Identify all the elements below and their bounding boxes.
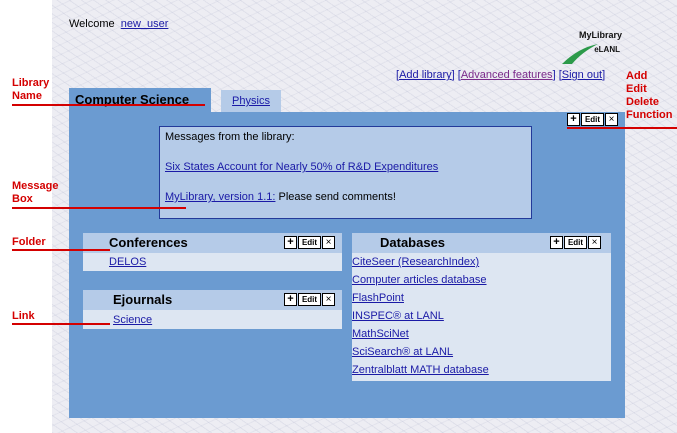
folder-link[interactable]: CiteSeer (ResearchIndex) — [352, 256, 479, 268]
folder-link[interactable]: Computer articles database — [352, 274, 487, 286]
folder-link[interactable]: SciSearch® at LANL — [352, 346, 453, 358]
edit-button[interactable]: Edit — [564, 236, 587, 249]
annotation-line-folder — [12, 249, 110, 251]
message-item: Six States Account for Nearly 50% of R&D… — [165, 161, 438, 173]
folder-body-ejournals: Science — [83, 310, 342, 329]
folder-body-conferences: DELOS — [83, 253, 342, 271]
annotation-library-name: Library Name — [12, 77, 49, 103]
annotation-text: Box — [12, 193, 33, 205]
folder-title: Ejournals — [113, 292, 173, 307]
delete-button[interactable]: × — [605, 113, 618, 126]
message-box: Messages from the library: Six States Ac… — [159, 126, 532, 219]
message-link[interactable]: Six States Account for Nearly 50% of R&D… — [165, 161, 438, 173]
logo-text-elanl: eLANL — [594, 45, 620, 54]
library-controls: + Edit × — [567, 113, 618, 126]
message-item: MyLibrary, version 1.1: Please send comm… — [165, 191, 396, 203]
add-button[interactable]: + — [284, 293, 297, 306]
annotation-text: Edit — [626, 83, 647, 95]
annotation-text: Delete — [626, 96, 660, 108]
sign-out-link[interactable]: Sign out — [562, 69, 602, 81]
folder-controls-ejournals: + Edit × — [284, 293, 335, 306]
logo-text-mylibrary: MyLibrary — [578, 30, 622, 40]
annotation-line-library-name — [12, 104, 205, 106]
annotation-line-message-box — [12, 207, 186, 209]
annotation-text: Link — [12, 310, 35, 322]
mylibrary-logo: MyLibrary eLANL — [560, 30, 628, 66]
welcome-text: Welcome new_user — [69, 18, 168, 30]
message-link[interactable]: MyLibrary, version 1.1: — [165, 191, 275, 203]
advanced-features-link[interactable]: Advanced features — [461, 69, 553, 81]
edit-button[interactable]: Edit — [581, 113, 604, 126]
edit-button[interactable]: Edit — [298, 293, 321, 306]
annotation-text: Message — [12, 180, 59, 192]
folder-controls-databases: + Edit × — [550, 236, 601, 249]
annotation-folder: Folder — [12, 236, 46, 249]
folder-link[interactable]: FlashPoint — [352, 292, 404, 304]
tab-computer-science[interactable]: Computer Science — [69, 88, 211, 112]
folder-link-delos[interactable]: DELOS — [109, 256, 146, 268]
annotation-text: Function — [626, 109, 673, 121]
message-heading: Messages from the library: — [165, 131, 295, 143]
annotation-text: Add — [626, 70, 648, 82]
add-button[interactable]: + — [284, 236, 297, 249]
folder-title: Conferences — [109, 235, 188, 250]
tab-physics[interactable]: Physics — [221, 90, 281, 112]
delete-button[interactable]: × — [322, 236, 335, 249]
annotation-add-edit-delete: Add Edit Delete Function — [626, 70, 672, 122]
delete-button[interactable]: × — [588, 236, 601, 249]
annotation-text: Folder — [12, 236, 46, 248]
folder-controls-conferences: + Edit × — [284, 236, 335, 249]
folder-link[interactable]: Zentralblatt MATH database — [352, 364, 489, 376]
add-library-link[interactable]: Add library — [399, 69, 452, 81]
annotation-line-add-edit-delete — [567, 127, 677, 129]
folder-link[interactable]: INSPEC® at LANL — [352, 310, 444, 322]
top-navigation: [Add library] [Advanced features] [Sign … — [396, 69, 606, 81]
delete-button[interactable]: × — [322, 293, 335, 306]
welcome-label: Welcome — [69, 18, 115, 30]
folder-body-databases: CiteSeer (ResearchIndex) Computer articl… — [352, 253, 611, 381]
annotation-message-box: Message Box — [12, 180, 58, 206]
message-text: Please send comments! — [275, 191, 396, 203]
add-button[interactable]: + — [550, 236, 563, 249]
edit-button[interactable]: Edit — [298, 236, 321, 249]
folder-link[interactable]: MathSciNet — [352, 328, 409, 340]
annotation-text: Library — [12, 77, 50, 89]
folder-link-science[interactable]: Science — [113, 314, 152, 326]
annotation-link: Link — [12, 310, 35, 323]
add-button[interactable]: + — [567, 113, 580, 126]
username-link[interactable]: new_user — [121, 18, 169, 30]
folder-title: Databases — [380, 235, 446, 250]
annotation-line-link — [12, 323, 110, 325]
annotation-text: Name — [12, 90, 42, 102]
